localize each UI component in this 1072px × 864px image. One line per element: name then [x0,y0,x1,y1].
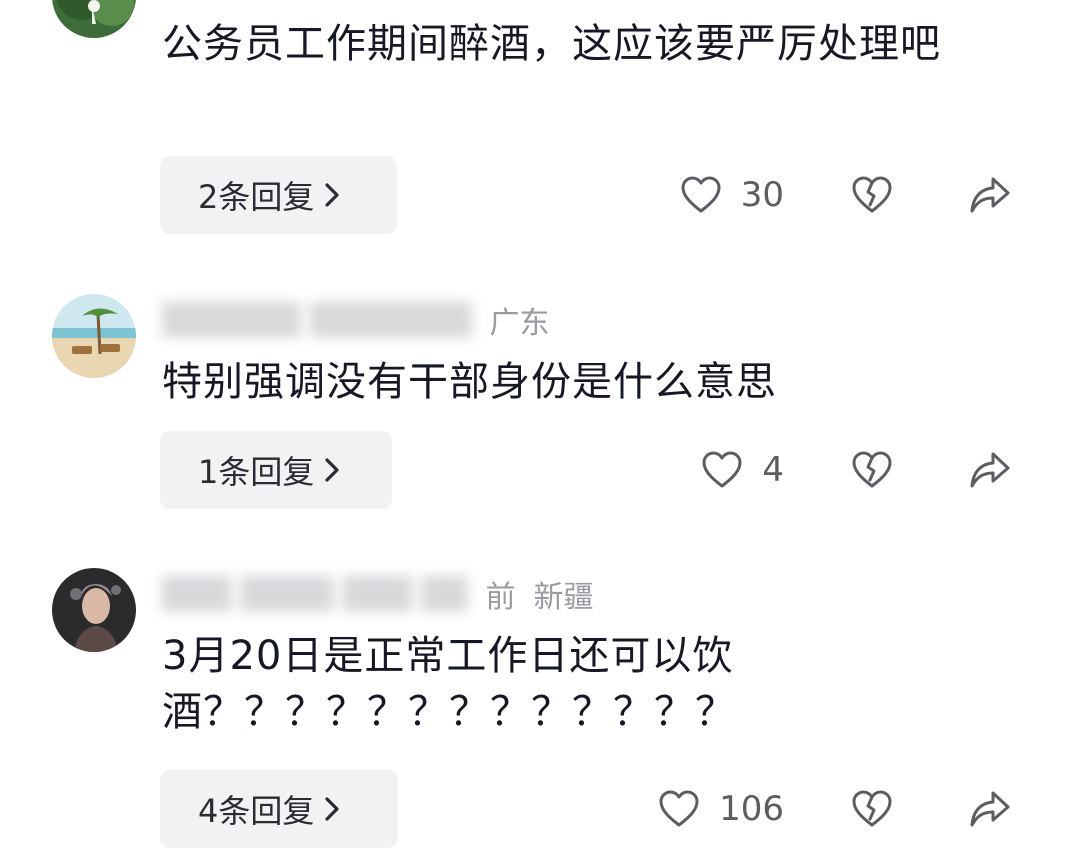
heart-outline-icon [700,448,744,492]
broken-heart-icon[interactable] [850,787,894,831]
like-button[interactable]: 4 [700,431,784,509]
author-name-blurred[interactable]: ███ ████ ███ ██ [162,577,467,612]
like-button[interactable]: 106 [657,770,784,848]
view-replies-button[interactable]: 4条回复 [160,770,398,848]
chevron-right-icon [324,457,340,483]
comment-meta: ███ ████ ███ ██ 前 新疆 [162,574,594,616]
heart-outline-icon [679,173,723,217]
comment-actions: 30 [640,156,1020,234]
comment-actions: 106 [640,770,1020,848]
avatar[interactable] [52,0,136,38]
broken-heart-icon[interactable] [850,448,894,492]
avatar[interactable] [52,568,136,652]
location-label: 广东 [489,306,550,341]
share-arrow-icon[interactable] [968,173,1012,217]
avatar[interactable] [52,294,136,378]
heart-outline-icon [657,787,701,831]
chevron-right-icon [324,796,340,822]
comment-text: 3月20日是正常工作日还可以饮酒？？？？？？？？？？？？？ [162,633,736,735]
broken-heart-icon[interactable] [850,173,894,217]
comment-text: 公务员工作期间醉酒，这应该要严厉处理吧 [162,21,941,67]
location-label: 新疆 [533,580,594,615]
comment-text: 特别强调没有干部身份是什么意思 [162,359,777,405]
share-arrow-icon[interactable] [968,787,1012,831]
like-count: 106 [719,789,784,829]
comment-actions: 4 [640,431,1020,509]
view-replies-button[interactable]: 2条回复 [160,156,397,234]
chevron-right-icon [324,182,340,208]
like-count: 30 [740,175,784,215]
reply-count-label: 2条回复 [198,178,315,216]
like-button[interactable]: 30 [679,156,784,234]
share-arrow-icon[interactable] [968,448,1012,492]
author-name-blurred[interactable]: ██████ ███████ [162,303,471,338]
view-replies-button[interactable]: 1条回复 [160,431,392,509]
reply-count-label: 4条回复 [198,792,315,830]
reply-count-label: 1条回复 [198,453,315,491]
time-label: 前 [485,580,516,615]
comment-meta: ██████ ███████ 广东 [162,300,550,342]
like-count: 4 [762,450,784,490]
